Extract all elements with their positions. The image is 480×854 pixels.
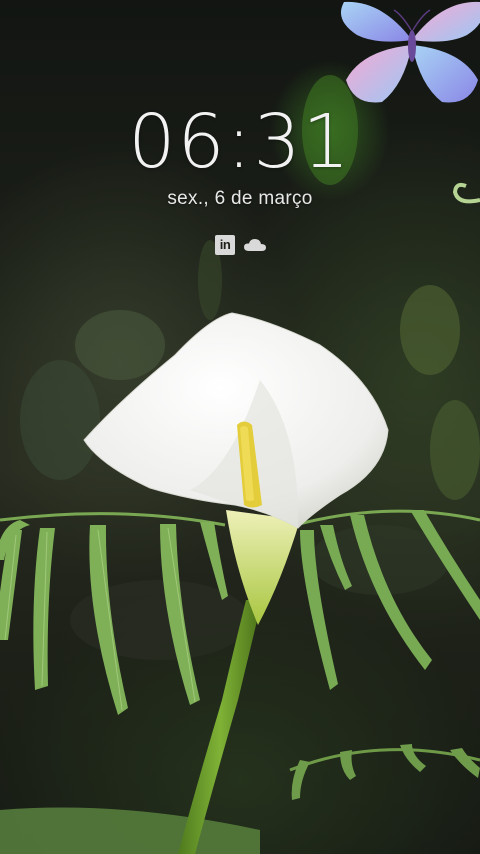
- lock-screen[interactable]: 06:31 sex., 6 de março in: [0, 0, 480, 854]
- butterfly-image: [340, 1, 480, 103]
- cloud-icon: [244, 234, 266, 256]
- linkedin-icon-glyph: in: [215, 235, 235, 255]
- lockscreen-clock: 06:31: [128, 99, 352, 185]
- linkedin-icon: in: [214, 234, 236, 256]
- notification-icons: in: [0, 234, 480, 256]
- lockscreen-date: sex., 6 de março: [167, 188, 313, 209]
